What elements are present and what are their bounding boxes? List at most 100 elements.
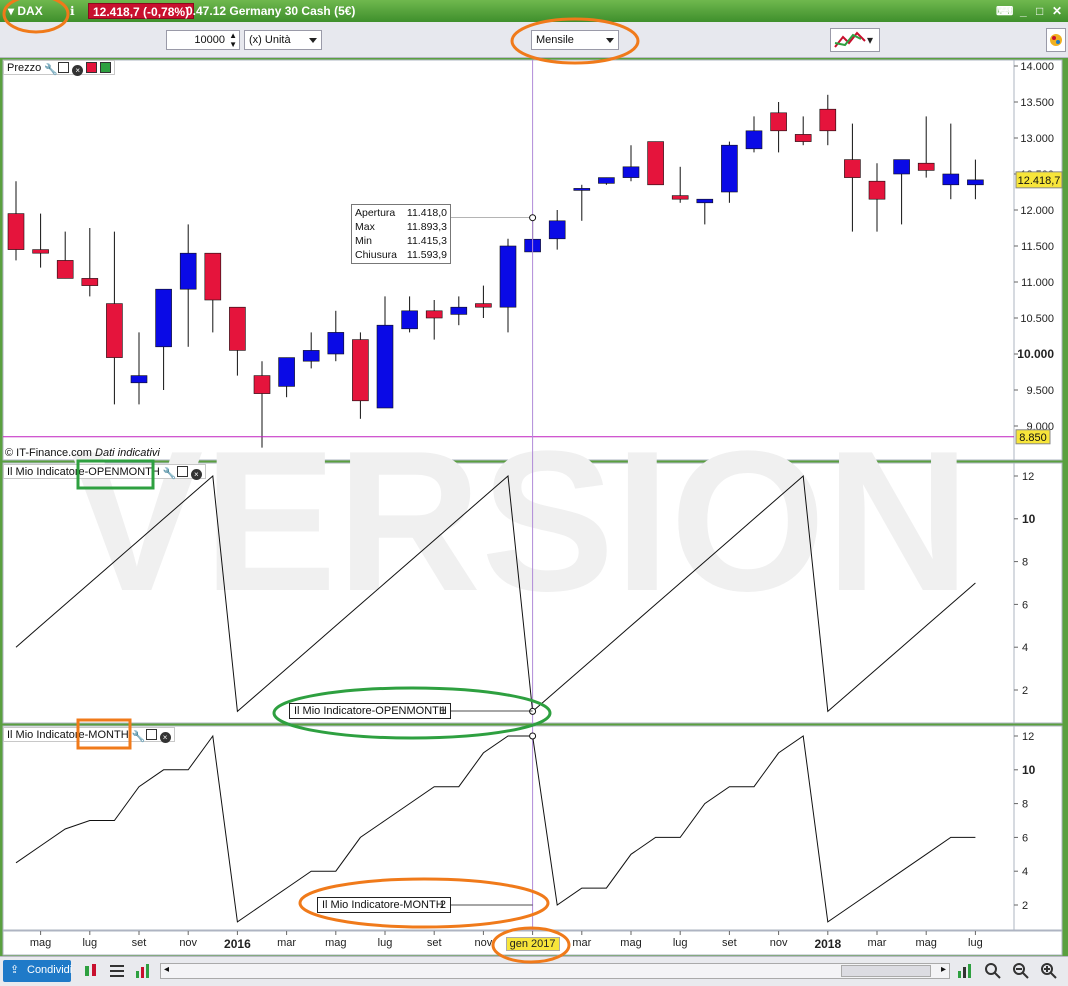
wrench-icon[interactable]: 🔧	[44, 63, 58, 76]
candle-body	[352, 339, 369, 402]
wrench-icon[interactable]: 🔧	[131, 730, 145, 743]
x-tick-label: mag	[29, 937, 52, 949]
indicator1-title: Il Mio Indicatore-OPENMONTH	[7, 466, 160, 478]
candle-body	[745, 130, 763, 150]
candle-body	[106, 303, 123, 358]
x-tick-label: set	[722, 937, 737, 949]
indicator2-tag-name: Il Mio Indicatore-MONTH	[322, 899, 444, 911]
chart-toolbar: 10000 ▲ ▼ (x) Unità Mensile ▾	[0, 22, 1068, 58]
indicator2-panel-label: Il Mio Indicatore-MONTH 🔧 ×	[3, 727, 175, 743]
close-icon[interactable]: ×	[159, 732, 171, 743]
wrench-icon[interactable]: 🔧	[162, 467, 177, 480]
volume-icon[interactable]	[134, 962, 152, 980]
indicator-y-tick-label: 6	[1022, 832, 1028, 844]
symbol-dropdown[interactable]: ▾ DAX	[8, 4, 43, 18]
window-icon[interactable]	[176, 466, 188, 477]
scroll-right-icon[interactable]: ▸	[941, 964, 946, 975]
price-panel-title: Prezzo	[7, 62, 42, 74]
close-icon[interactable]: ✕	[1052, 4, 1062, 18]
keyboard-icon[interactable]: ⌨	[996, 4, 1013, 18]
x-tick-label: mar	[572, 937, 592, 949]
candle-body	[499, 245, 517, 308]
unit-select[interactable]: (x) Unità	[244, 30, 322, 50]
tooltip-row: Apertura 11.418,0	[355, 206, 447, 220]
time-scrollbar[interactable]: ◂ ▸	[160, 963, 950, 979]
x-tick-label: mar	[277, 937, 297, 949]
indicator-y-tick-label: 8	[1022, 799, 1028, 811]
maximize-icon[interactable]: □	[1036, 4, 1043, 18]
period-select[interactable]: Mensile	[531, 30, 619, 50]
tooltip-value: 11.893,3	[406, 221, 447, 233]
candle-body	[401, 310, 418, 330]
x-tick-label: set	[426, 937, 442, 949]
share-icon: ⇪	[10, 964, 20, 976]
share-button[interactable]: ⇪ Condividi	[3, 960, 73, 982]
scroll-left-icon[interactable]: ◂	[164, 964, 169, 975]
price-y-tick-label: 10.500	[1020, 313, 1054, 325]
candle-body	[844, 159, 861, 178]
tooltip-row: Min 11.415,3	[355, 234, 447, 248]
stepper-arrows-icon[interactable]: ▲ ▼	[229, 31, 237, 49]
indicator-y-tick-label: 4	[1022, 642, 1028, 654]
price-y-tick-label: 10.000	[1017, 347, 1054, 361]
candle-body	[671, 195, 689, 200]
x-tick-label: set	[131, 937, 147, 949]
indicator-y-tick-label: 4	[1022, 866, 1028, 878]
close-icon[interactable]: ×	[190, 469, 202, 480]
candle-body	[179, 252, 197, 290]
period-value: Mensile	[536, 34, 574, 46]
candle-body	[721, 144, 738, 193]
move-down-icon[interactable]	[86, 62, 98, 73]
x-tick-label: gen 2017	[505, 937, 560, 951]
info-icon[interactable]: ℹ	[70, 4, 75, 18]
share-label: Condividi	[27, 964, 73, 976]
x-tick-label: nov	[474, 937, 493, 949]
scroll-thumb[interactable]	[841, 965, 931, 977]
x-tick-label: lug	[672, 937, 688, 949]
zoom-range-icon[interactable]	[984, 962, 1002, 980]
svg-text:▾: ▾	[867, 33, 873, 47]
candle-body	[376, 324, 394, 409]
quantity-value: 10000	[194, 34, 225, 46]
candle-body	[56, 260, 74, 279]
candle-body	[770, 112, 787, 132]
side-panel-toggle[interactable]	[1046, 28, 1066, 52]
copyright-text: © IT-Finance.com	[5, 447, 92, 459]
candle-body	[573, 188, 591, 191]
minimize-icon[interactable]: _	[1020, 4, 1027, 18]
zoom-out-icon[interactable]	[1012, 962, 1030, 980]
chevron-down-icon	[309, 38, 317, 43]
quantity-stepper[interactable]: 10000 ▲ ▼	[166, 30, 240, 50]
price-panel-label: Prezzo 🔧 ×	[3, 60, 116, 76]
tooltip-row: Max 11.893,3	[355, 220, 447, 234]
copyright-note: Dati indicativi	[95, 447, 160, 459]
x-tick-label: lug	[82, 937, 98, 949]
indicator-y-tick-label: 12	[1022, 731, 1034, 743]
chart-area[interactable]: VERSION 9.0009.50010.00010.50011.00011.50…	[0, 58, 1068, 956]
zoom-in-icon[interactable]	[1040, 962, 1058, 980]
window-icon[interactable]	[58, 62, 70, 73]
tooltip-key: Min	[355, 235, 372, 247]
close-icon[interactable]: ×	[72, 65, 84, 76]
indicator1-panel-label: Il Mio Indicatore-OPENMONTH 🔧 ×	[3, 464, 206, 480]
candle-body	[622, 166, 640, 178]
candle-body	[7, 213, 25, 250]
candle-body	[475, 303, 492, 308]
chevron-down-icon	[606, 38, 614, 43]
candle-body	[327, 332, 345, 355]
candle-body	[967, 179, 984, 186]
candle-style-icon[interactable]	[82, 962, 100, 980]
data-copyright: © IT-Finance.com Dati indicativi	[5, 447, 160, 459]
bottom-toolbar: ⇪ Condividi ◂ ▸	[0, 956, 1068, 986]
candle-body	[253, 375, 271, 394]
window-icon[interactable]	[145, 729, 157, 740]
price-y-tick-label: 13.500	[1020, 97, 1054, 109]
list-icon[interactable]	[108, 962, 126, 980]
candle-body	[425, 310, 443, 319]
price-y-tick-label: 11.000	[1021, 277, 1054, 289]
auto-scale-icon[interactable]	[956, 962, 974, 980]
move-up-icon[interactable]	[100, 62, 112, 73]
tooltip-value: 11.418,0	[406, 207, 447, 219]
add-indicator-button[interactable]: ▾	[830, 28, 880, 52]
x-tick-label: 2016	[224, 937, 251, 951]
